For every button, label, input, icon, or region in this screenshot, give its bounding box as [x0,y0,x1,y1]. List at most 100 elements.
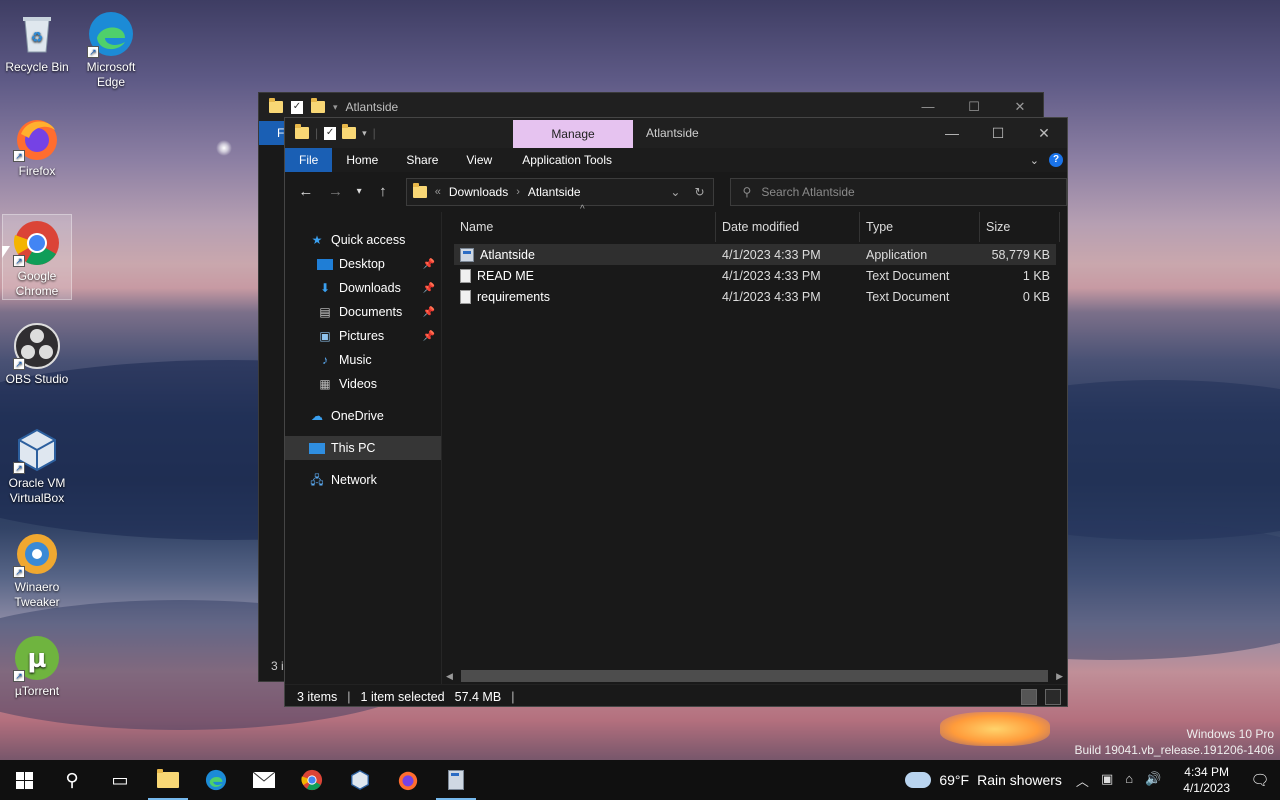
chevron-up-icon[interactable]: ︿ [1076,771,1089,790]
nav-item-music[interactable]: ♪ Music [285,348,441,372]
quick-access-dropdown-icon[interactable]: ▾ [362,128,367,139]
ribbon-tab-file[interactable]: File [285,148,333,172]
desktop-icon-virtualbox[interactable]: ↗ Oracle VM VirtualBox [2,422,72,506]
column-header-type[interactable]: Type [860,212,980,242]
breadcrumb-atlantside[interactable]: Atlantside [528,185,581,199]
file-type: Application [866,247,928,262]
details-view-icon[interactable] [1021,688,1037,705]
text-document-icon [460,268,471,283]
nav-item-documents[interactable]: ▤ Documents 📌 [285,300,441,324]
nav-item-label: Downloads [339,281,401,295]
taskbar-virtualbox[interactable] [336,760,384,800]
file-date: 4/1/2023 4:33 PM [722,268,821,283]
refresh-icon[interactable]: ↻ [694,185,704,199]
task-view-icon[interactable]: ▭ [96,760,144,800]
back-arrow-icon[interactable]: ← [293,179,319,205]
ribbon-tab-application-tools[interactable]: Application Tools [506,148,626,172]
system-tray: ︿ ▣ ⌂ 🔊 [1076,771,1173,790]
nav-item-onedrive[interactable]: ☁ OneDrive [285,404,441,428]
nav-item-quick-access[interactable]: ★ Quick access [285,228,441,252]
desktop-icon-recycle-bin[interactable]: ♻ Recycle Bin [2,6,72,75]
pin-icon[interactable]: 📌 [423,331,435,342]
pin-icon[interactable]: 📌 [423,283,435,294]
column-header-size[interactable]: Size [980,212,1060,242]
scrollbar-thumb[interactable] [460,670,1049,682]
minimize-icon[interactable]: — [929,118,975,148]
new-folder-icon[interactable] [342,124,357,139]
maximize-icon[interactable]: ☐ [951,99,997,115]
close-icon[interactable]: ✕ [1021,118,1067,148]
network-icon[interactable]: ⌂ [1125,771,1133,790]
file-list: ^ Name Date modified Type Size Atlantsid… [441,204,1067,684]
qa-divider: | [372,126,376,140]
volume-icon[interactable]: 🔊 [1145,771,1161,790]
large-icons-view-icon[interactable] [1045,688,1061,705]
ribbon-tab-file[interactable]: F [259,121,285,145]
clock[interactable]: 4:34 PM 4/1/2023 [1173,764,1240,796]
ribbon-tab-share[interactable]: Share [392,148,452,172]
table-row[interactable]: READ ME 4/1/2023 4:33 PM Text Document 1… [454,265,1056,286]
taskbar-firefox[interactable] [384,760,432,800]
weather-widget[interactable]: 69°F Rain showers [905,772,1076,788]
taskbar-chrome[interactable] [288,760,336,800]
recent-locations-icon[interactable]: ▾ [352,179,366,205]
taskbar-file-explorer[interactable] [144,760,192,800]
windows-logo-icon [15,771,33,789]
title-bar[interactable]: | ✓ ▾ | Manage Atlantside — ☐ ✕ [285,118,1067,148]
notification-center-icon[interactable]: 🗨 [1240,771,1280,789]
nav-item-videos[interactable]: ▦ Videos [285,372,441,396]
table-row[interactable]: requirements 4/1/2023 4:33 PM Text Docum… [454,286,1056,307]
horizontal-scrollbar[interactable]: ◀ ▶ [446,668,1063,684]
clock-time: 4:34 PM [1184,765,1229,779]
expand-ribbon-icon[interactable]: ⌄ [1030,154,1039,167]
address-history-icon[interactable]: ⌄ [670,185,680,199]
ribbon-tab-home[interactable]: Home [332,148,392,172]
nav-item-network[interactable]: 🖧 Network [285,468,441,492]
explorer-window[interactable]: | ✓ ▾ | Manage Atlantside — ☐ ✕ File Hom… [284,117,1068,707]
taskbar-mail[interactable] [240,760,288,800]
scroll-left-icon[interactable]: ◀ [446,671,453,682]
taskbar-atlantside-app[interactable] [432,760,480,800]
meet-now-icon[interactable]: ▣ [1101,771,1113,790]
close-icon[interactable]: ✕ [997,99,1043,115]
pin-icon[interactable]: 📌 [423,307,435,318]
desktop-icon-label: Recycle Bin [5,60,69,74]
scroll-right-icon[interactable]: ▶ [1056,671,1063,682]
network-icon: 🖧 [310,473,324,487]
search-box[interactable]: ⚲ Search Atlantside [729,178,1067,206]
forward-arrow-icon[interactable]: → [323,179,349,205]
desktop-icon-utorrent[interactable]: µ ↗ µTorrent [2,630,72,699]
desktop-icon-chrome[interactable]: ↗ Google Chrome [2,214,72,300]
nav-item-label: Network [331,473,377,487]
nav-item-label: OneDrive [331,409,384,423]
search-icon[interactable]: ⚲ [48,760,96,800]
file-type: Text Document [866,289,950,304]
chrome-icon [301,769,323,791]
desktop-icon-obs[interactable]: ↗ OBS Studio [2,318,72,387]
nav-item-pictures[interactable]: ▣ Pictures 📌 [285,324,441,348]
nav-item-this-pc[interactable]: This PC [285,436,441,460]
properties-icon[interactable]: ✓ [324,126,337,140]
breadcrumb-downloads[interactable]: Downloads [449,185,508,199]
taskbar-edge[interactable] [192,760,240,800]
ribbon-tab-view[interactable]: View [452,148,506,172]
minimize-icon[interactable]: — [905,99,951,115]
start-button[interactable] [0,760,48,800]
address-overflow-icon[interactable]: « [435,186,441,198]
nav-item-desktop[interactable]: Desktop 📌 [285,252,441,276]
nav-item-downloads[interactable]: ⬇ Downloads 📌 [285,276,441,300]
pin-icon[interactable]: 📌 [423,259,435,270]
manage-tab[interactable]: Manage [513,120,633,148]
table-row[interactable]: Atlantside 4/1/2023 4:33 PM Application … [454,244,1056,265]
help-icon[interactable]: ? [1049,153,1063,167]
column-header-date-modified[interactable]: Date modified [716,212,860,242]
desktop-icon-firefox[interactable]: ↗ Firefox [2,110,72,179]
desktop-icon-edge[interactable]: ↗ Microsoft Edge [76,6,146,90]
search-input[interactable]: Search Atlantside [761,185,854,199]
address-bar[interactable]: « Downloads › Atlantside ⌄ ↻ [405,178,714,206]
desktop-icon-winaero[interactable]: ↗ Winaero Tweaker [2,526,72,610]
maximize-icon[interactable]: ☐ [975,118,1021,148]
breadcrumb-chevron-icon[interactable]: › [516,186,520,198]
column-header-name[interactable]: Name [442,212,716,242]
up-arrow-icon[interactable]: ↑ [370,179,396,205]
